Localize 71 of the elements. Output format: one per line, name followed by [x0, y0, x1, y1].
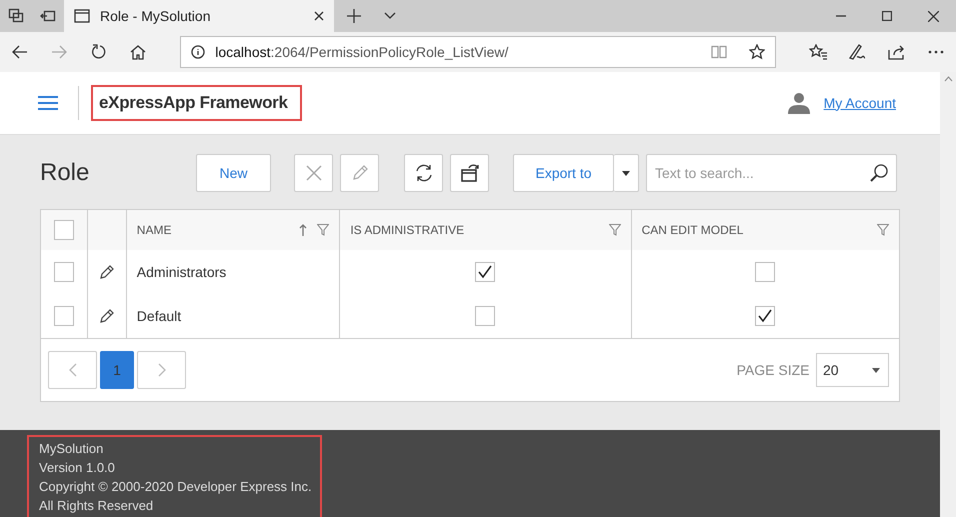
account-link[interactable]: My Account [824, 92, 896, 114]
search-icon[interactable] [869, 163, 889, 183]
checkbox[interactable] [755, 262, 776, 282]
chevron-right-icon [158, 363, 166, 377]
scrollbar[interactable] [940, 72, 956, 517]
page-size-dropdown[interactable]: 20 [816, 353, 889, 387]
delete-icon [306, 165, 322, 181]
filter-icon[interactable] [877, 224, 889, 236]
checkbox[interactable] [475, 262, 496, 282]
row-checkbox[interactable] [54, 262, 74, 282]
forward-arrow-icon [51, 45, 68, 59]
check-icon [478, 265, 492, 279]
info-icon [191, 45, 206, 59]
new-tab-icon[interactable] [347, 9, 361, 23]
menu-icon[interactable] [38, 95, 58, 111]
caret-icon [622, 170, 630, 176]
column-header[interactable]: IS ADMINISTRATIVE [350, 221, 609, 239]
chevron-down-icon[interactable] [384, 12, 396, 20]
page-icon [74, 9, 90, 23]
close-icon[interactable] [928, 10, 938, 22]
app-title: eXpressApp Framework [91, 85, 302, 121]
back-arrow-icon[interactable] [12, 45, 28, 59]
share-icon[interactable] [888, 44, 906, 60]
window-arrow-icon [460, 163, 480, 183]
more-icon[interactable] [928, 50, 944, 54]
reading-view-icon[interactable] [710, 45, 727, 59]
select-all-checkbox[interactable] [54, 220, 74, 240]
minimize-icon[interactable] [836, 15, 846, 17]
filter-icon[interactable] [317, 224, 330, 236]
close-icon[interactable] [314, 11, 324, 21]
column-header[interactable]: CAN EDIT MODEL [642, 221, 877, 239]
tabs-icon[interactable] [8, 8, 24, 24]
footer-text: MySolution [39, 440, 104, 458]
pen-icon[interactable] [848, 44, 866, 60]
footer-text: All Rights Reserved [39, 497, 154, 515]
footer-text: Copyright © 2000-2020 Developer Express Inc. [39, 478, 312, 496]
filter-icon[interactable] [608, 224, 621, 236]
new-button[interactable]: New [196, 154, 271, 192]
pencil-icon[interactable] [100, 265, 114, 279]
restore-button[interactable] [450, 154, 489, 192]
refresh-icon [414, 163, 434, 183]
caret-icon [872, 368, 880, 372]
checkbox[interactable] [475, 306, 496, 326]
scroll-up-icon[interactable] [944, 76, 952, 82]
pencil-icon[interactable] [100, 309, 114, 323]
tab-aside-icon[interactable] [40, 8, 56, 24]
page-title: Role [40, 158, 90, 188]
page-size-label: PAGE SIZE [736, 360, 810, 380]
column-header[interactable]: NAME [136, 221, 300, 239]
table-cell-text: Default [136, 306, 182, 326]
check-icon [758, 309, 772, 323]
url-text: localhost:2064/PermissionPolicyRole_ListView/ [215, 42, 510, 62]
export-button[interactable]: Export to [513, 154, 614, 192]
refresh-icon[interactable] [90, 44, 107, 60]
pencil-icon [352, 165, 368, 181]
footer-text: Version 1.0.0 [39, 459, 116, 477]
table-cell-text: Administrators [136, 262, 226, 282]
export-dropdown-button[interactable] [614, 154, 639, 192]
home-icon[interactable] [130, 44, 146, 60]
refresh-button[interactable] [404, 154, 443, 192]
browser-tab[interactable]: Role - MySolution [64, 0, 334, 32]
address-field[interactable]: localhost:2064/PermissionPolicyRole_ListView/ [180, 36, 776, 68]
checkbox[interactable] [755, 306, 776, 326]
sort-arrow-icon[interactable] [299, 224, 308, 236]
favorites-icon[interactable] [808, 44, 826, 60]
user-icon [788, 92, 810, 114]
chevron-left-icon [68, 363, 76, 377]
search-field[interactable]: Text to search... [646, 154, 897, 192]
star-icon[interactable] [748, 44, 765, 60]
row-checkbox[interactable] [54, 306, 74, 326]
maximize-icon[interactable] [882, 11, 892, 21]
